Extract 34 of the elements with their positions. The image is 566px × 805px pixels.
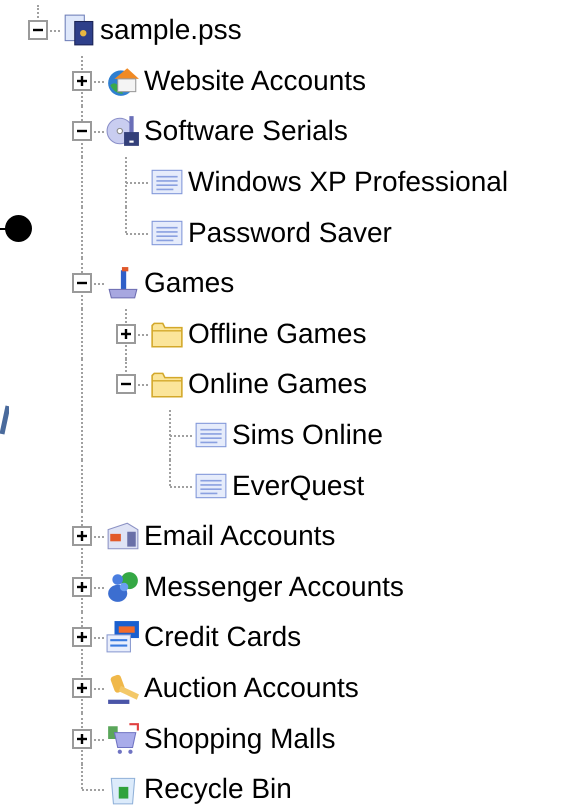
expander-icon[interactable] (72, 576, 92, 597)
expander-icon[interactable] (28, 20, 48, 40)
tree-item[interactable]: Credit Cards (144, 621, 302, 654)
tree-item[interactable]: Sims Online (232, 419, 383, 452)
document-stack-icon (62, 13, 96, 48)
cart-icon (106, 722, 140, 756)
tree-item[interactable]: Software Serials (144, 115, 348, 148)
tree-item[interactable]: sample.pss (100, 14, 242, 46)
expander-icon[interactable] (116, 324, 136, 344)
tree-item[interactable]: Online Games (188, 368, 367, 400)
tree-item[interactable]: Password Saver (188, 216, 392, 249)
tree-item[interactable]: EverQuest (232, 470, 364, 502)
expander-icon[interactable] (72, 627, 92, 648)
tree-item[interactable]: Windows XP Professional (188, 166, 508, 198)
tree-item[interactable]: Website Accounts (144, 64, 366, 97)
tree-item[interactable]: Games (144, 267, 234, 300)
expander-icon[interactable] (72, 121, 92, 142)
expander-icon[interactable] (72, 678, 92, 698)
expander-icon[interactable] (72, 273, 92, 294)
joystick-icon (106, 266, 140, 300)
tree-item[interactable]: Auction Accounts (144, 672, 359, 704)
tree-item[interactable]: Email Accounts (144, 520, 336, 552)
tree-item[interactable]: Offline Games (188, 318, 366, 350)
expander-icon[interactable] (72, 526, 92, 546)
expander-icon[interactable] (116, 374, 136, 394)
tree-item[interactable]: Shopping Malls (144, 722, 336, 755)
people-icon (106, 570, 140, 604)
expander-icon[interactable] (72, 728, 92, 749)
disc-icon (106, 114, 140, 148)
stroke-mark (0, 405, 9, 435)
tree-item[interactable]: Messenger Accounts (144, 570, 404, 603)
tree-item[interactable]: Recycle Bin (144, 773, 292, 805)
card-icon (106, 620, 140, 654)
expander-icon[interactable] (72, 70, 92, 91)
